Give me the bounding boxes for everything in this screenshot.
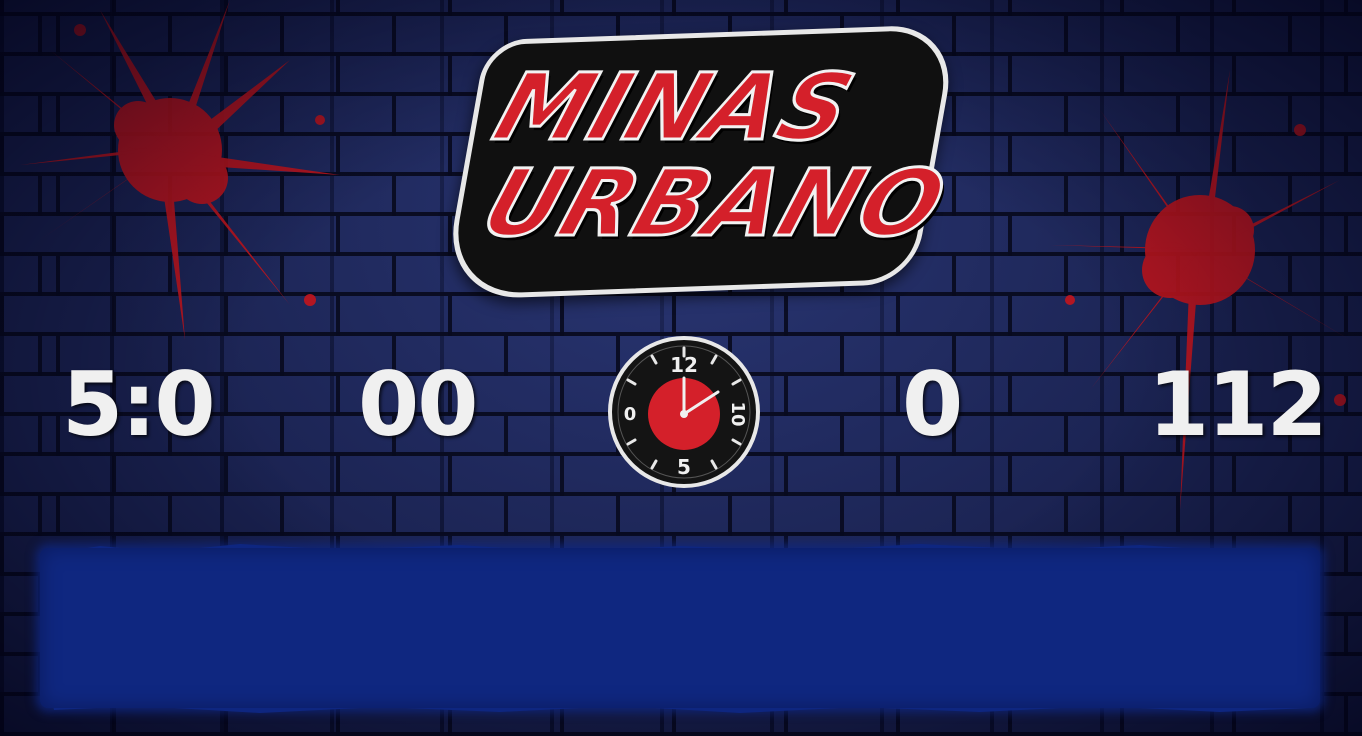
left-time-display: 5:0: [62, 353, 216, 456]
logo-line-2: URBANO: [469, 149, 961, 259]
clock-label-bottom: 5: [677, 455, 691, 479]
right-value-display: 112: [1148, 353, 1328, 456]
clock-label-left: 0: [624, 404, 637, 425]
logo-line-1: MINAS: [481, 53, 869, 163]
text-banner: [40, 548, 1320, 708]
graffiti-logo: MINAS URBANO: [440, 12, 961, 301]
right-score-display: 0: [902, 353, 963, 456]
clock-label-top: 12: [670, 353, 698, 377]
clock-icon: 12 10 5 0: [608, 336, 760, 488]
left-score-display: 00: [358, 353, 478, 456]
clock-label-right: 10: [727, 401, 748, 426]
